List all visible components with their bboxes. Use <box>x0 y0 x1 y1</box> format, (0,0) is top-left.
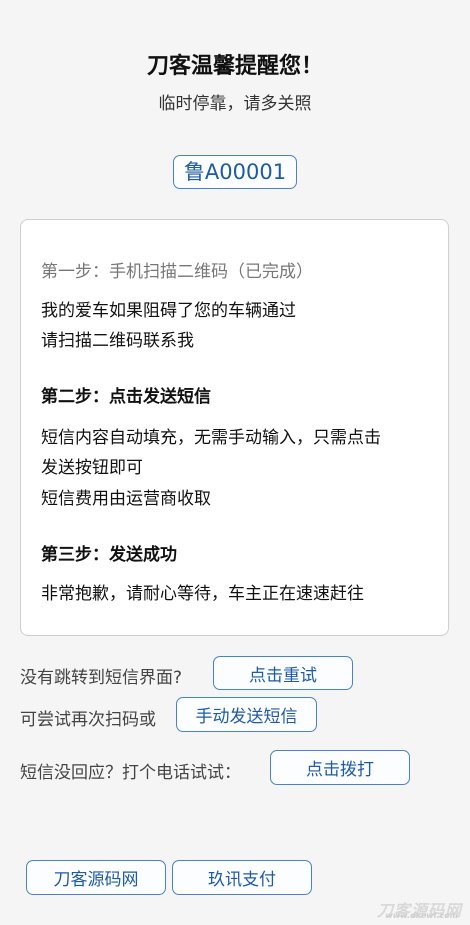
step1-title: 第一步：手机扫描二维码（已完成） <box>41 262 313 282</box>
site-watermark-logo: 刀客源码网 www.dkewl.com <box>376 901 462 920</box>
plate-container: 鲁A00001 <box>0 155 470 189</box>
page-title: 刀客温馨提醒您！ <box>146 54 323 79</box>
rescan-text: 可尝试再次扫码或 <box>20 710 156 730</box>
instructions-card: 第一步：手机扫描二维码（已完成） 我的爱车如果阻碍了您的车辆通过 请扫描二维码联… <box>20 219 449 636</box>
no-reply-text: 短信没回应？打个电话试试： <box>20 763 241 783</box>
step2-line1: 短信内容自动填充，无需手动输入，只需点击 <box>41 428 381 448</box>
call-button[interactable]: 点击拨打 <box>270 750 410 785</box>
step3-line1: 非常抱歉，请耐心等待，车主正在速速赶往 <box>41 584 364 604</box>
manual-sms-button[interactable]: 手动发送短信 <box>176 697 317 732</box>
footer-link-dkewl[interactable]: 刀客源码网 <box>26 860 166 895</box>
step3-title: 第三步：发送成功 <box>41 545 177 565</box>
retry-button[interactable]: 点击重试 <box>213 656 353 690</box>
no-redirect-text: 没有跳转到短信界面? <box>20 668 183 688</box>
step2-title: 第二步：点击发送短信 <box>41 387 211 407</box>
page-subtitle: 临时停靠，请多关照 <box>158 94 312 114</box>
step1-line1: 我的爱车如果阻碍了您的车辆通过 <box>41 301 296 321</box>
step1-line2: 请扫描二维码联系我 <box>41 331 194 351</box>
license-plate-badge: 鲁A00001 <box>172 155 298 189</box>
page: 刀客温馨提醒您！ 临时停靠，请多关照 鲁A00001 第一步：手机扫描二维码（已… <box>0 0 470 925</box>
step2-line2: 发送按钮即可 <box>41 458 143 478</box>
step2-line3: 短信费用由运营商收取 <box>41 489 211 509</box>
footer-link-pay[interactable]: 玖讯支付 <box>172 860 312 895</box>
